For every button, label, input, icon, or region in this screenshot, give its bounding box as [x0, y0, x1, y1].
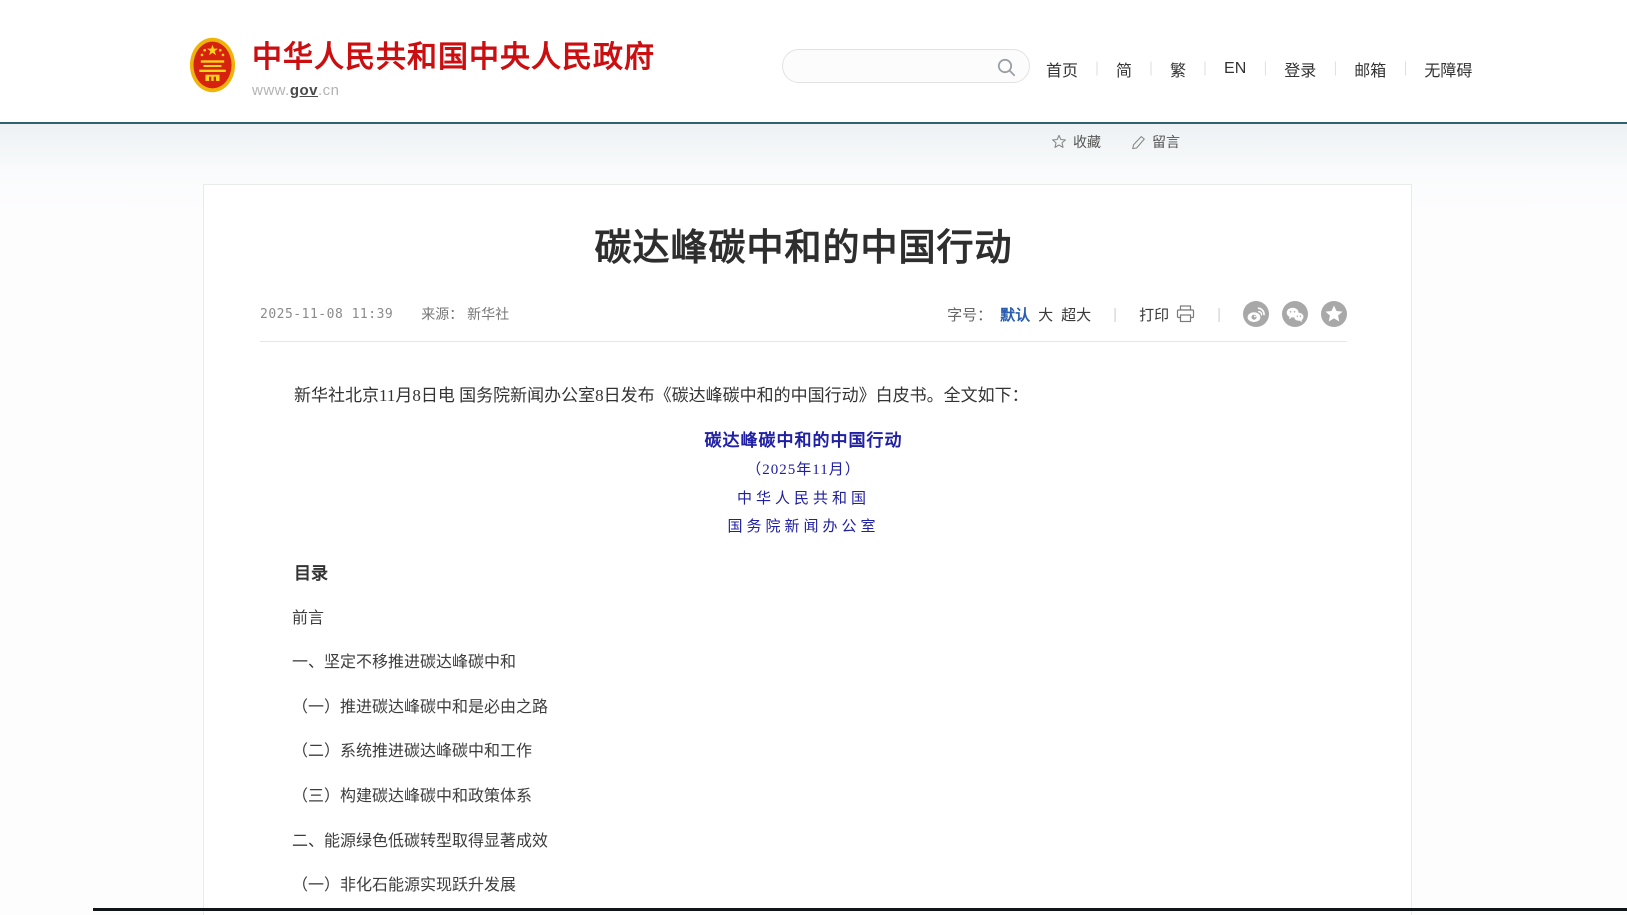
logo-text: 中华人民共和国中央人民政府 www.gov.cn	[252, 37, 655, 99]
comment-label: 留言	[1152, 132, 1180, 152]
nav-simplified[interactable]: 简	[1116, 57, 1132, 81]
toc-item-section1: 一、坚定不移推进碳达峰碳中和	[260, 654, 1347, 672]
fontsize-large-button[interactable]: 大	[1038, 304, 1053, 325]
document-org-line1: 中华人民共和国	[260, 491, 1347, 508]
nav-mailbox[interactable]: 邮箱	[1354, 57, 1386, 81]
qzone-share-icon[interactable]	[1321, 301, 1347, 327]
document-title: 碳达峰碳中和的中国行动	[260, 432, 1347, 451]
lead-paragraph: 新华社北京11月8日电 国务院新闻办公室8日发布《碳达峰碳中和的中国行动》白皮书…	[260, 387, 1347, 406]
site-url: www.gov.cn	[252, 82, 655, 99]
nav-english[interactable]: EN	[1224, 60, 1246, 78]
site-url-cn: .cn	[318, 82, 340, 99]
nav-home[interactable]: 首页	[1046, 57, 1078, 81]
search-input[interactable]	[799, 51, 993, 83]
favorite-label: 收藏	[1073, 132, 1101, 152]
article-title: 碳达峰碳中和的中国行动	[260, 224, 1347, 272]
toc-item-section2-1: （一）非化石能源实现跃升发展	[260, 877, 1347, 895]
publish-datetime: 2025-11-08 11:39	[260, 307, 393, 322]
toc-item-section1-2: （二）系统推进碳达峰碳中和工作	[260, 743, 1347, 761]
star-outline-icon	[1051, 134, 1067, 150]
search-icon[interactable]	[996, 57, 1017, 78]
site-logo[interactable]: 中华人民共和国中央人民政府 www.gov.cn	[189, 37, 655, 99]
top-nav: 首页 ｜ 简 ｜ 繁 ｜ EN ｜ 登录 ｜ 邮箱 ｜ 无障碍	[1046, 57, 1472, 81]
pencil-icon	[1131, 135, 1146, 150]
wechat-share-icon[interactable]	[1282, 301, 1308, 327]
site-url-gov: gov	[290, 82, 318, 99]
print-button[interactable]: 打印	[1139, 304, 1195, 325]
page-body: 收藏 留言 碳达峰碳中和的中国行动 2025-11-08 11:39 来源： 新…	[0, 124, 1627, 915]
nav-separator: ｜	[1398, 59, 1412, 79]
nav-separator: ｜	[1198, 59, 1212, 79]
national-emblem-icon	[189, 37, 236, 93]
nav-separator: ｜	[1144, 59, 1158, 79]
document-date: （2025年11月）	[260, 462, 1347, 479]
nav-traditional[interactable]: 繁	[1170, 57, 1186, 81]
printer-icon	[1176, 305, 1195, 323]
print-label: 打印	[1139, 304, 1169, 325]
fontsize-xlarge-button[interactable]: 超大	[1061, 304, 1091, 325]
bottom-edge-bar	[93, 908, 1627, 911]
nav-accessibility[interactable]: 无障碍	[1424, 57, 1472, 81]
article-card: 碳达峰碳中和的中国行动 2025-11-08 11:39 来源： 新华社 字号：…	[203, 184, 1412, 915]
toc-item-section1-1: （一）推进碳达峰碳中和是必由之路	[260, 699, 1347, 717]
fontsize-default-button[interactable]: 默认	[1000, 304, 1030, 325]
nav-login[interactable]: 登录	[1284, 57, 1316, 81]
search-box[interactable]	[782, 49, 1030, 83]
article-body: 新华社北京11月8日电 国务院新闻办公室8日发布《碳达峰碳中和的中国行动》白皮书…	[260, 342, 1347, 895]
document-org-line2: 国务院新闻办公室	[260, 519, 1347, 536]
favorite-button[interactable]: 收藏	[1051, 132, 1101, 152]
page: 中华人民共和国中央人民政府 www.gov.cn 首页 ｜ 简 ｜ 繁 ｜ EN…	[0, 0, 1627, 915]
nav-separator: ｜	[1258, 59, 1272, 79]
toc-heading: 目录	[260, 565, 1347, 584]
nav-separator: ｜	[1328, 59, 1342, 79]
fontsize-label: 字号：	[947, 304, 992, 325]
toc-item-preface: 前言	[260, 610, 1347, 628]
source-label: 来源：	[421, 306, 463, 322]
toc-item-section2: 二、能源绿色低碳转型取得显著成效	[260, 833, 1347, 851]
meta-left: 2025-11-08 11:39 来源： 新华社	[260, 304, 509, 324]
page-actions: 收藏 留言	[1051, 132, 1180, 152]
site-header: 中华人民共和国中央人民政府 www.gov.cn 首页 ｜ 简 ｜ 繁 ｜ EN…	[0, 0, 1627, 124]
weibo-share-icon[interactable]	[1243, 301, 1269, 327]
source-name: 新华社	[467, 306, 509, 322]
meta-right: 字号： 默认 大 超大 | 打印 |	[947, 301, 1347, 327]
site-title: 中华人民共和国中央人民政府	[252, 41, 655, 76]
meta-separator: |	[1113, 306, 1117, 323]
nav-separator: ｜	[1090, 59, 1104, 79]
toc-item-section1-3: （三）构建碳达峰碳中和政策体系	[260, 788, 1347, 806]
article-meta-row: 2025-11-08 11:39 来源： 新华社 字号： 默认 大 超大 | 打…	[260, 301, 1347, 342]
site-url-www: www.	[252, 82, 290, 99]
share-group	[1243, 301, 1347, 327]
meta-separator: |	[1217, 306, 1221, 323]
source: 来源： 新华社	[421, 304, 509, 324]
comment-button[interactable]: 留言	[1131, 132, 1180, 152]
